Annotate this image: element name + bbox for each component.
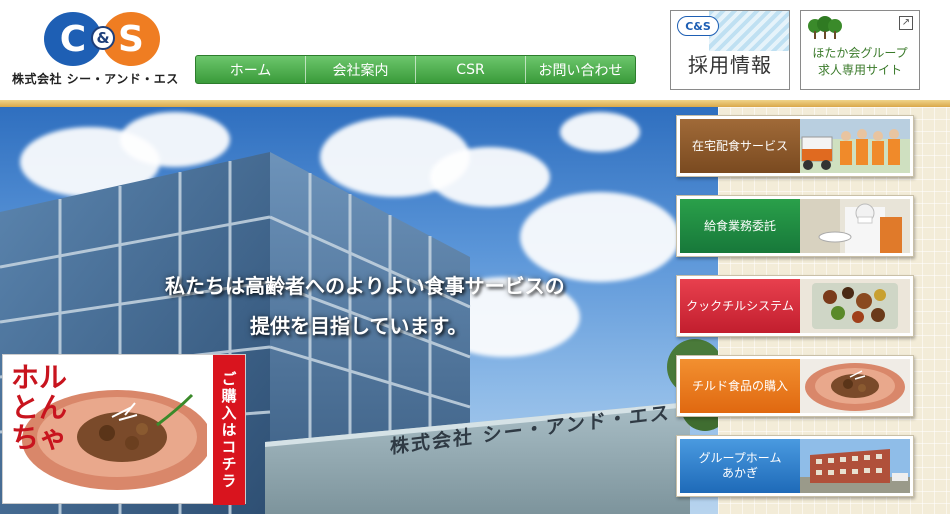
service-card-home-delivery[interactable]: 在宅配食サービス bbox=[676, 115, 914, 177]
purchase-ribbon[interactable]: ご購入はコチラ bbox=[213, 355, 245, 505]
nav-company[interactable]: 会社案内 bbox=[306, 56, 416, 83]
recruit-badge: C&S bbox=[677, 16, 719, 36]
product-name: ホルとんちゃ bbox=[11, 361, 68, 454]
external-link-icon: ↗ bbox=[899, 16, 913, 30]
chilled-food-photo bbox=[800, 359, 910, 413]
group-recruit-label: ほたか会グループ 求人専用サイト bbox=[801, 45, 919, 79]
service-label: グループホーム あかぎ bbox=[680, 439, 800, 493]
service-card-chilled-food[interactable]: チルド食品の購入 bbox=[676, 355, 914, 417]
service-card-group-home[interactable]: グループホーム あかぎ bbox=[676, 435, 914, 497]
service-label: チルド食品の購入 bbox=[680, 359, 800, 413]
service-label: クックチルシステム bbox=[680, 279, 800, 333]
company-name: 株式会社 シー・アンド・エス bbox=[12, 72, 179, 86]
delivery-staff-photo bbox=[800, 119, 910, 173]
header-divider bbox=[0, 100, 950, 107]
kitchen-staff-photo bbox=[800, 199, 910, 253]
group-home-building-photo bbox=[800, 439, 910, 493]
service-card-cook-chill[interactable]: クックチルシステム bbox=[676, 275, 914, 337]
group-recruit-line2: 求人専用サイト bbox=[817, 63, 902, 77]
recruit-stripe bbox=[709, 11, 789, 51]
recruit-button[interactable]: C&S 採用情報 bbox=[670, 10, 790, 90]
nav-csr[interactable]: CSR bbox=[416, 56, 526, 83]
hero-tagline-line2: 提供を目指しています。 bbox=[250, 314, 468, 338]
hero-banner: 私たちは高齢者へのよりよい食事サービスの 提供を目指しています。 株式会社 シー… bbox=[0, 107, 718, 514]
group-recruit-line1: ほたか会グループ bbox=[812, 46, 908, 60]
nav-contact[interactable]: お問い合わせ bbox=[526, 56, 635, 83]
hero-tagline-line1: 私たちは高齢者へのよりよい食事サービスの bbox=[165, 274, 565, 298]
company-logo[interactable]: C S & 株式会社 シー・アンド・エス bbox=[12, 8, 180, 88]
logo-ampersand: & bbox=[91, 26, 115, 50]
service-label: 在宅配食サービス bbox=[680, 119, 800, 173]
product-promo-banner[interactable]: ホルとんちゃ ご購入はコチラ bbox=[2, 354, 246, 505]
service-card-catering[interactable]: 給食業務委託 bbox=[676, 195, 914, 257]
site-header: C S & 株式会社 シー・アンド・エス ホーム 会社案内 CSR お問い合わせ… bbox=[0, 0, 950, 100]
group-recruit-button[interactable]: ↗ ほたか会グループ 求人専用サイト bbox=[800, 10, 920, 90]
logo-mark: C S & bbox=[32, 8, 160, 70]
recruit-label: 採用情報 bbox=[688, 53, 772, 77]
service-label: 給食業務委託 bbox=[680, 199, 800, 253]
nav-home[interactable]: ホーム bbox=[196, 56, 306, 83]
trees-icon bbox=[808, 16, 842, 39]
global-nav: ホーム 会社案内 CSR お問い合わせ bbox=[195, 55, 636, 84]
cook-chill-food-photo bbox=[800, 279, 910, 333]
